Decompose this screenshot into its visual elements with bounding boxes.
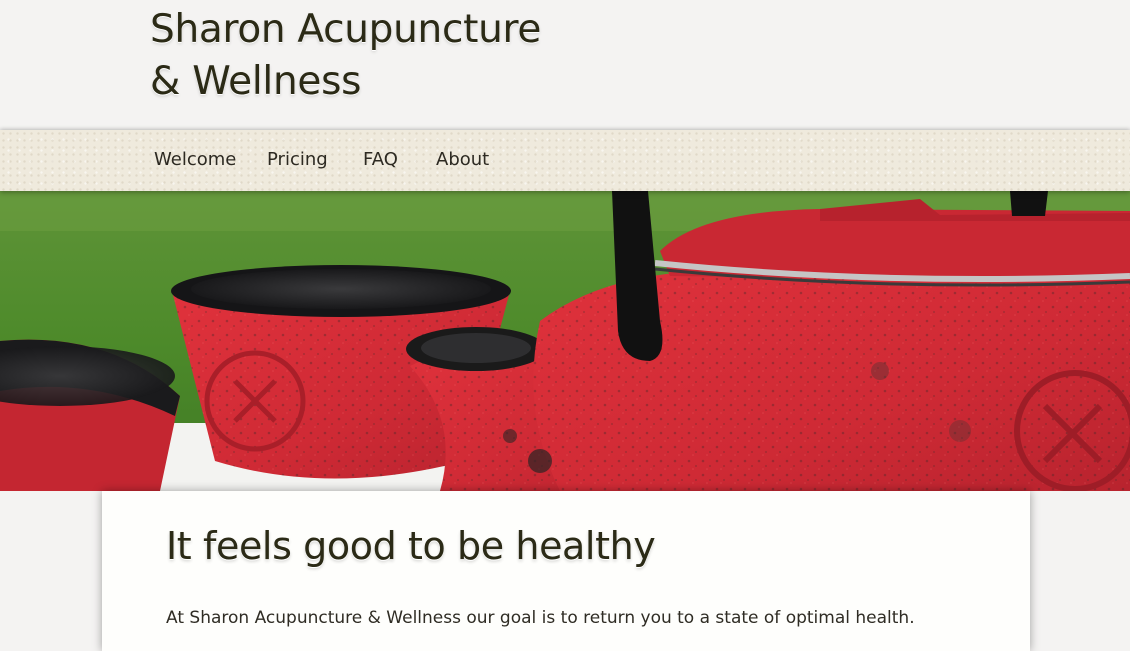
- intro-paragraph: At Sharon Acupuncture & Wellness our goa…: [166, 608, 915, 628]
- main-navigation: Welcome Pricing FAQ About: [0, 130, 1130, 191]
- site-title-line-1[interactable]: Sharon Acupuncture: [150, 4, 541, 56]
- teapot-photo: [0, 191, 1130, 491]
- page-headline: It feels good to be healthy: [166, 524, 656, 568]
- site-header: Sharon Acupuncture & Wellness: [0, 0, 1130, 130]
- nav-item-pricing[interactable]: Pricing: [267, 149, 328, 170]
- nav-item-about[interactable]: About: [436, 149, 489, 170]
- hero-image: [0, 191, 1130, 491]
- site-title[interactable]: Sharon Acupuncture & Wellness: [150, 4, 541, 108]
- nav-item-faq[interactable]: FAQ: [363, 149, 398, 170]
- main-content-panel: It feels good to be healthy At Sharon Ac…: [102, 491, 1030, 651]
- site-title-line-2[interactable]: & Wellness: [150, 56, 541, 108]
- nav-item-welcome[interactable]: Welcome: [154, 149, 236, 170]
